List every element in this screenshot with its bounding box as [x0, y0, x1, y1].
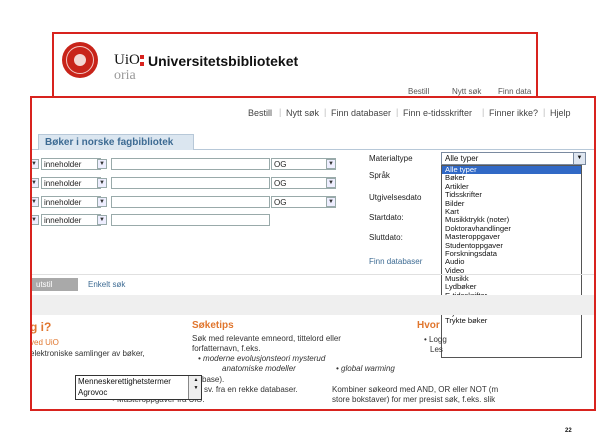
- nav-separator: |: [543, 107, 546, 117]
- list-item[interactable]: Agrovoc: [76, 387, 201, 398]
- utgivelsesdato-label: Utgivelsesdato: [369, 193, 422, 202]
- oria-label: oria: [114, 68, 136, 83]
- front-screenshot-frame: Bestill | Nytt søk | Finn databaser | Fi…: [30, 96, 596, 411]
- soketips-heading: Søketips: [192, 320, 234, 331]
- ved-uio-link[interactable]: ved UiO: [32, 338, 59, 347]
- materialtype-select[interactable]: Alle typer ▼: [441, 152, 586, 165]
- global-warming-example: • global warming: [336, 364, 395, 373]
- list-item[interactable]: Menneskerettighetstermer: [76, 376, 201, 387]
- operator-select[interactable]: inneholder: [41, 196, 101, 208]
- startdato-label: Startdato:: [369, 213, 404, 222]
- soketips-text-2: forfatternavn, f.eks.: [192, 344, 261, 353]
- search-term-input[interactable]: [111, 196, 270, 208]
- materialtype-value: Alle typer: [445, 154, 479, 163]
- back-nav-nytt-sok[interactable]: Nytt søk: [452, 87, 481, 96]
- library-name: Universitetsbiblioteket: [148, 53, 299, 69]
- tab-enkelt-sok[interactable]: Enkelt søk: [88, 280, 125, 289]
- materialtype-label: Materialtype: [369, 154, 413, 163]
- search-term-input[interactable]: [111, 158, 270, 170]
- field-dropdown-arrow[interactable]: ▼: [32, 197, 39, 207]
- back-nav-finn-data[interactable]: Finn data: [498, 87, 531, 96]
- nav-bestill[interactable]: Bestill: [248, 108, 272, 118]
- scroll-arrows-icon[interactable]: ▲ ▼: [188, 376, 201, 399]
- operator-select[interactable]: inneholder: [41, 158, 101, 170]
- operator-dropdown-arrow[interactable]: ▼: [97, 159, 107, 169]
- bool-dropdown-arrow[interactable]: ▼: [326, 197, 336, 207]
- sprak-label: Språk: [369, 171, 390, 180]
- operator-dropdown-arrow[interactable]: ▼: [97, 197, 107, 207]
- divider: [32, 274, 594, 275]
- left-column-text: elektroniske samlinger av bøker,: [30, 349, 145, 358]
- soketips-example: • moderne evolusjonsteori mysterud: [198, 354, 326, 363]
- combine-text-1: Kombiner søkeord med AND, OR eller NOT (…: [332, 385, 499, 394]
- nav-finn-databaser[interactable]: Finn databaser: [331, 108, 391, 118]
- materialtype-option[interactable]: Bilder: [442, 199, 581, 208]
- operator-select[interactable]: inneholder: [41, 177, 101, 189]
- field-dropdown-arrow[interactable]: ▼: [32, 215, 39, 225]
- combine-text-2: store bokstaver) for mer presist søk, f.…: [332, 395, 496, 404]
- slide-number: 22: [565, 428, 572, 434]
- back-nav-bestill[interactable]: Bestill: [408, 87, 429, 96]
- nav-nytt-sok[interactable]: Nytt søk: [286, 108, 319, 118]
- chevron-down-icon[interactable]: ▼: [573, 153, 585, 164]
- left-column-heading: g i?: [30, 320, 52, 334]
- soketips-fragment-anatomi: anatomiske modeller: [222, 364, 296, 373]
- bool-dropdown-arrow[interactable]: ▼: [326, 159, 336, 169]
- slide: UiO Universitetsbiblioteket oria Bestill…: [0, 0, 601, 440]
- nav-separator: |: [396, 107, 399, 117]
- nav-hjelp[interactable]: Hjelp: [550, 108, 571, 118]
- tab-boker-i-norske-fagbibliotek[interactable]: Bøker i norske fagbibliotek: [38, 134, 194, 150]
- materialtype-dropdown-list[interactable]: Alle typer Bøker Artikler Tidsskrifter Bilde…: [441, 165, 582, 358]
- operator-dropdown-arrow[interactable]: ▼: [97, 215, 107, 225]
- soketips-fragment-1: base).: [202, 375, 225, 384]
- search-term-input[interactable]: [111, 177, 270, 189]
- tab-avansert-active[interactable]: utstil: [32, 278, 78, 291]
- uio-logo-text: UiO: [114, 52, 144, 69]
- soketips-fragment-2: sv. fra en rekke databaser.: [204, 385, 298, 394]
- nav-separator: |: [279, 107, 282, 117]
- operator-select[interactable]: inneholder: [41, 214, 101, 226]
- logg-bullet: • Logg: [424, 335, 447, 344]
- sluttdato-label: Sluttdato:: [369, 233, 403, 242]
- materialtype-option[interactable]: Trykte bøker: [442, 316, 581, 325]
- finn-databaser-link[interactable]: Finn databaser: [369, 257, 422, 266]
- les-text: Les: [430, 345, 443, 354]
- nav-finner-ikke[interactable]: Finner ikke?: [489, 108, 538, 118]
- field-dropdown-arrow[interactable]: ▼: [32, 159, 39, 169]
- nav-separator: |: [324, 107, 327, 117]
- gray-band: [32, 295, 594, 315]
- nav-finn-e-tidsskrifter[interactable]: Finn e-tidsskrifter: [403, 108, 472, 118]
- uio-seal-logo: [62, 42, 98, 78]
- field-dropdown-arrow[interactable]: ▼: [32, 178, 39, 188]
- search-term-input[interactable]: [111, 214, 270, 226]
- right-column-heading: Hvor: [417, 320, 440, 331]
- operator-dropdown-arrow[interactable]: ▼: [97, 178, 107, 188]
- nav-separator: |: [482, 107, 485, 117]
- bool-dropdown-arrow[interactable]: ▼: [326, 178, 336, 188]
- thesaurus-select-list[interactable]: Menneskerettighetstermer Agrovoc ▲ ▼: [75, 375, 202, 400]
- soketips-text-1: Søk med relevante emneord, tittelord ell…: [192, 334, 341, 343]
